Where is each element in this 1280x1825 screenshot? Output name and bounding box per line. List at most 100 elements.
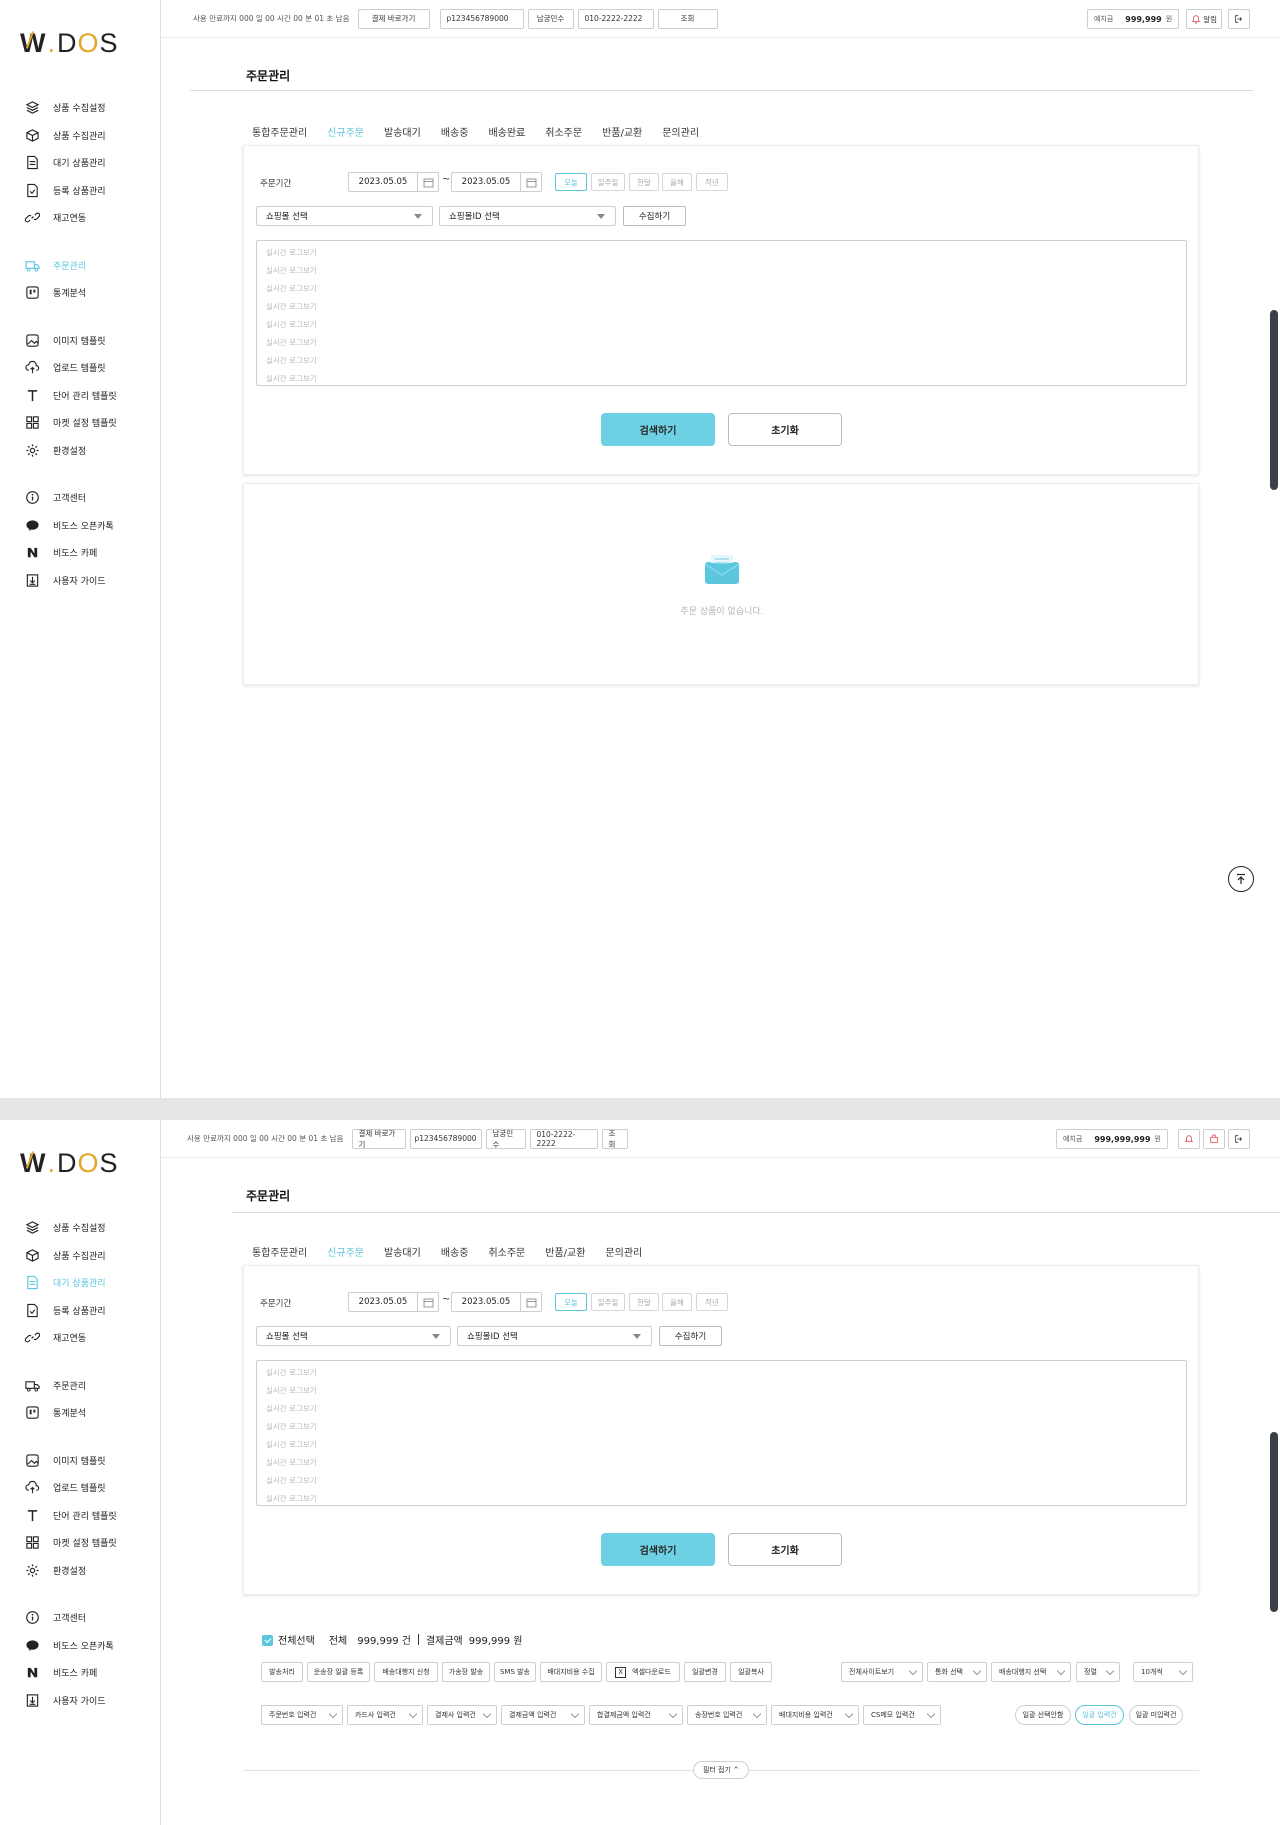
mall-id-select[interactable]: 쇼핑몰ID 선택 (457, 1326, 652, 1346)
tab[interactable]: 반품/교환 (545, 1244, 585, 1267)
sidebar-item[interactable]: 상품 수집설정 (24, 94, 154, 122)
input-filter-select[interactable]: 결제금액 입력건 (501, 1705, 585, 1725)
sidebar-item[interactable]: 마켓 설정 템플릿 (24, 1529, 154, 1557)
tab[interactable]: 배송중 (441, 124, 469, 147)
sidebar-item[interactable]: 상품 수집관리 (24, 1242, 154, 1270)
quick-month[interactable]: 한달 (629, 173, 659, 191)
sidebar-item[interactable]: 대기 상품관리 (24, 149, 154, 177)
tab[interactable]: 문의관리 (605, 1244, 642, 1267)
tab[interactable]: 배송완료 (488, 124, 525, 147)
calendar-icon[interactable] (520, 1293, 541, 1311)
sidebar-item[interactable]: 환경설정 (24, 437, 154, 465)
sidebar-item[interactable]: 등록 상품관리 (24, 1297, 154, 1325)
reset-button[interactable]: 초기화 (728, 413, 842, 446)
quick-week[interactable]: 일주일 (591, 1293, 625, 1311)
tab[interactable]: 통합주문관리 (252, 1244, 307, 1267)
bulk-filter-pill[interactable]: 일괄 미입력건 (1129, 1705, 1183, 1725)
realtime-log[interactable]: 실시간 로그보기 실시간 로그보기 실시간 로그보기 실시간 로그보기 실시간 로그보기… (256, 1360, 1187, 1506)
quick-last-year[interactable]: 작년 (696, 173, 728, 191)
action-button[interactable]: 발송처리 (261, 1662, 303, 1682)
action-button[interactable]: SMS 발송 (494, 1662, 536, 1682)
calendar-icon[interactable] (520, 173, 541, 191)
collect-button[interactable]: 수집하기 (623, 206, 686, 226)
quick-today[interactable]: 오늘 (555, 1293, 587, 1311)
quick-last-year[interactable]: 작년 (696, 1293, 728, 1311)
mall-id-select[interactable]: 쇼핑몰ID 선택 (439, 206, 616, 226)
search-button[interactable]: 검색하기 (601, 413, 715, 446)
tab[interactable]: 신규주문 (317, 1244, 375, 1267)
input-filter-select[interactable]: CS메모 입력건 (863, 1705, 941, 1725)
sidebar-item[interactable]: 비도스 카페 (24, 1659, 154, 1687)
realtime-log[interactable]: 실시간 로그보기 실시간 로그보기 실시간 로그보기 실시간 로그보기 실시간 로그보기… (256, 240, 1187, 386)
action-button[interactable]: 일괄복사 (730, 1662, 772, 1682)
logout-button[interactable] (1228, 1129, 1250, 1149)
pay-button[interactable]: 결제 바로가기 (357, 8, 430, 29)
sidebar-item[interactable]: 업로드 템플릿 (24, 354, 154, 382)
quick-week[interactable]: 일주일 (591, 173, 625, 191)
date-to[interactable]: 2023.05.05 (451, 172, 542, 192)
sidebar-item[interactable]: 사용자 가이드 (24, 567, 154, 595)
user-id-field[interactable]: p123456789000 (439, 8, 524, 29)
tab[interactable]: 취소주문 (488, 1244, 525, 1267)
sidebar-item[interactable]: 이미지 템플릿 (24, 327, 154, 355)
sidebar-item[interactable]: 이미지 템플릿 (24, 1447, 154, 1475)
cart-button[interactable] (1203, 1129, 1225, 1149)
scrollbar-thumb[interactable] (1270, 310, 1278, 490)
date-from[interactable]: 2023.05.05 (348, 172, 439, 192)
input-filter-select[interactable]: 배대지비용 입력건 (771, 1705, 859, 1725)
sidebar-item[interactable]: 통계분석 (24, 1399, 154, 1427)
logout-button[interactable] (1228, 9, 1250, 29)
tab[interactable]: 취소주문 (545, 124, 582, 147)
sidebar-item[interactable]: 비도스 오픈카톡 (24, 512, 154, 540)
sidebar-item[interactable]: 주문관리 (24, 1372, 154, 1400)
input-filter-select[interactable]: 결제사 입력건 (427, 1705, 497, 1725)
lookup-button[interactable]: 조회 (601, 1128, 628, 1149)
action-button[interactable]: 배대지비용 수집 (540, 1662, 602, 1682)
tab[interactable]: 문의관리 (662, 124, 699, 147)
scroll-to-top-button[interactable] (1228, 866, 1254, 892)
select-all-checkbox[interactable] (262, 1635, 273, 1646)
sidebar-item[interactable]: 고객센터 (24, 1604, 154, 1632)
view-select[interactable]: 정렬 (1076, 1662, 1120, 1682)
sidebar-item[interactable]: 환경설정 (24, 1557, 154, 1585)
quick-today[interactable]: 오늘 (555, 173, 587, 191)
sidebar-item[interactable]: 대기 상품관리 (24, 1269, 154, 1297)
sidebar-item[interactable]: 업로드 템플릿 (24, 1474, 154, 1502)
tab[interactable]: 반품/교환 (602, 124, 642, 147)
input-filter-select[interactable]: 합결제금액 입력건 (589, 1705, 683, 1725)
user-name-field[interactable]: 남궁민수 (527, 8, 574, 29)
sidebar-item[interactable]: 고객센터 (24, 484, 154, 512)
sidebar-item[interactable]: 주문관리 (24, 252, 154, 280)
reset-button[interactable]: 초기화 (728, 1533, 842, 1566)
sidebar-item[interactable]: 사용자 가이드 (24, 1687, 154, 1715)
action-button[interactable]: 가송장 발송 (442, 1662, 490, 1682)
calendar-icon[interactable] (417, 173, 438, 191)
sidebar-item[interactable]: 등록 상품관리 (24, 177, 154, 205)
view-select[interactable]: 10개씩 (1133, 1662, 1193, 1682)
action-button[interactable]: 배송대행지 신청 (374, 1662, 438, 1682)
user-id-field[interactable]: p123456789000 (409, 1128, 482, 1149)
sidebar-item[interactable]: 비도스 오픈카톡 (24, 1632, 154, 1660)
sidebar-item[interactable]: 상품 수집설정 (24, 1214, 154, 1242)
sidebar-item[interactable]: 비도스 카페 (24, 539, 154, 567)
mall-select[interactable]: 쇼핑몰 선택 (256, 1326, 451, 1346)
date-from[interactable]: 2023.05.05 (348, 1292, 439, 1312)
sidebar-item[interactable]: 재고연동 (24, 204, 154, 232)
search-button[interactable]: 검색하기 (601, 1533, 715, 1566)
input-filter-select[interactable]: 주문번호 입력건 (261, 1705, 343, 1725)
tab[interactable]: 배송중 (441, 1244, 469, 1267)
bulk-filter-pill[interactable]: 일괄 입력건 (1075, 1705, 1124, 1725)
mall-select[interactable]: 쇼핑몰 선택 (256, 206, 433, 226)
quick-year[interactable]: 올해 (662, 173, 692, 191)
logo[interactable]: W.DOS (20, 28, 119, 59)
alarm-button[interactable] (1178, 1129, 1200, 1149)
tab[interactable]: 발송대기 (384, 124, 421, 147)
calendar-icon[interactable] (417, 1293, 438, 1311)
quick-month[interactable]: 한달 (629, 1293, 659, 1311)
input-filter-select[interactable]: 카드사 입력건 (347, 1705, 423, 1725)
input-filter-select[interactable]: 송장번호 입력건 (687, 1705, 767, 1725)
tab[interactable]: 발송대기 (384, 1244, 421, 1267)
lookup-button[interactable]: 조회 (657, 8, 718, 29)
phone-field[interactable]: 010-2222-2222 (529, 1128, 598, 1149)
excel-download-button[interactable]: X 엑셀다운로드 (606, 1662, 680, 1682)
